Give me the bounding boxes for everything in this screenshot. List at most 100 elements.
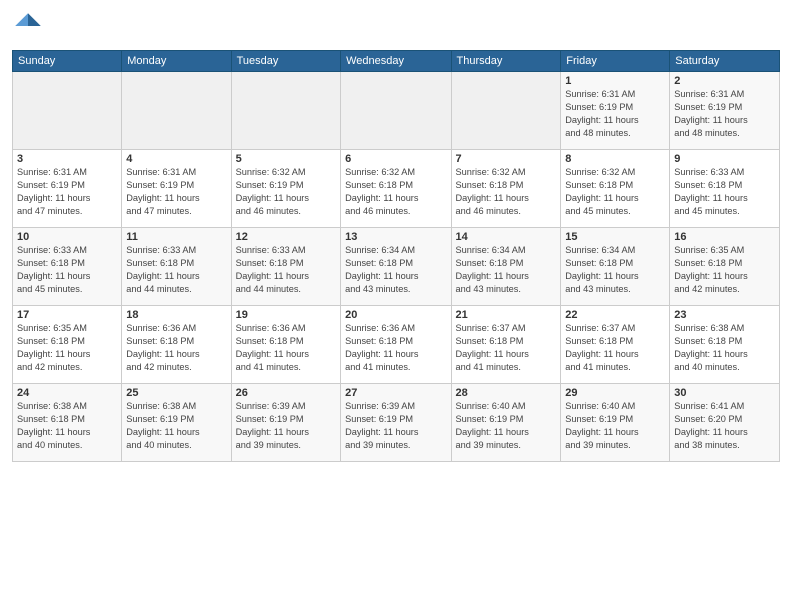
day-cell	[231, 72, 341, 150]
day-info: Sunrise: 6:31 AM Sunset: 6:19 PM Dayligh…	[674, 88, 775, 140]
day-cell: 14Sunrise: 6:34 AM Sunset: 6:18 PM Dayli…	[451, 228, 561, 306]
logo-icon	[12, 10, 44, 42]
weekday-header-wednesday: Wednesday	[341, 51, 451, 72]
weekday-header-sunday: Sunday	[13, 51, 122, 72]
day-number: 7	[456, 153, 557, 165]
week-row-4: 17Sunrise: 6:35 AM Sunset: 6:18 PM Dayli…	[13, 306, 780, 384]
logo	[12, 10, 46, 42]
day-number: 5	[236, 153, 337, 165]
day-number: 25	[126, 387, 226, 399]
day-info: Sunrise: 6:32 AM Sunset: 6:19 PM Dayligh…	[236, 166, 337, 218]
day-number: 22	[565, 309, 665, 321]
day-number: 12	[236, 231, 337, 243]
day-cell: 16Sunrise: 6:35 AM Sunset: 6:18 PM Dayli…	[670, 228, 780, 306]
day-number: 4	[126, 153, 226, 165]
day-number: 28	[456, 387, 557, 399]
day-info: Sunrise: 6:36 AM Sunset: 6:18 PM Dayligh…	[236, 322, 337, 374]
day-number: 6	[345, 153, 446, 165]
day-cell: 4Sunrise: 6:31 AM Sunset: 6:19 PM Daylig…	[122, 150, 231, 228]
day-number: 15	[565, 231, 665, 243]
day-number: 9	[674, 153, 775, 165]
day-info: Sunrise: 6:41 AM Sunset: 6:20 PM Dayligh…	[674, 400, 775, 452]
day-cell: 27Sunrise: 6:39 AM Sunset: 6:19 PM Dayli…	[341, 384, 451, 462]
day-cell: 21Sunrise: 6:37 AM Sunset: 6:18 PM Dayli…	[451, 306, 561, 384]
day-cell	[13, 72, 122, 150]
weekday-header-thursday: Thursday	[451, 51, 561, 72]
day-cell: 5Sunrise: 6:32 AM Sunset: 6:19 PM Daylig…	[231, 150, 341, 228]
day-number: 3	[17, 153, 117, 165]
day-number: 11	[126, 231, 226, 243]
week-row-3: 10Sunrise: 6:33 AM Sunset: 6:18 PM Dayli…	[13, 228, 780, 306]
day-number: 29	[565, 387, 665, 399]
day-number: 19	[236, 309, 337, 321]
day-info: Sunrise: 6:33 AM Sunset: 6:18 PM Dayligh…	[674, 166, 775, 218]
day-number: 21	[456, 309, 557, 321]
day-info: Sunrise: 6:33 AM Sunset: 6:18 PM Dayligh…	[236, 244, 337, 296]
day-number: 16	[674, 231, 775, 243]
day-info: Sunrise: 6:39 AM Sunset: 6:19 PM Dayligh…	[236, 400, 337, 452]
day-cell: 7Sunrise: 6:32 AM Sunset: 6:18 PM Daylig…	[451, 150, 561, 228]
day-cell: 15Sunrise: 6:34 AM Sunset: 6:18 PM Dayli…	[561, 228, 670, 306]
day-number: 1	[565, 75, 665, 87]
day-cell	[122, 72, 231, 150]
day-info: Sunrise: 6:34 AM Sunset: 6:18 PM Dayligh…	[345, 244, 446, 296]
day-cell: 20Sunrise: 6:36 AM Sunset: 6:18 PM Dayli…	[341, 306, 451, 384]
week-row-5: 24Sunrise: 6:38 AM Sunset: 6:18 PM Dayli…	[13, 384, 780, 462]
day-cell: 6Sunrise: 6:32 AM Sunset: 6:18 PM Daylig…	[341, 150, 451, 228]
day-number: 20	[345, 309, 446, 321]
day-info: Sunrise: 6:35 AM Sunset: 6:18 PM Dayligh…	[674, 244, 775, 296]
day-info: Sunrise: 6:35 AM Sunset: 6:18 PM Dayligh…	[17, 322, 117, 374]
day-number: 23	[674, 309, 775, 321]
day-info: Sunrise: 6:33 AM Sunset: 6:18 PM Dayligh…	[126, 244, 226, 296]
day-cell: 2Sunrise: 6:31 AM Sunset: 6:19 PM Daylig…	[670, 72, 780, 150]
day-number: 13	[345, 231, 446, 243]
day-info: Sunrise: 6:32 AM Sunset: 6:18 PM Dayligh…	[456, 166, 557, 218]
day-info: Sunrise: 6:40 AM Sunset: 6:19 PM Dayligh…	[456, 400, 557, 452]
day-cell: 12Sunrise: 6:33 AM Sunset: 6:18 PM Dayli…	[231, 228, 341, 306]
day-number: 26	[236, 387, 337, 399]
day-info: Sunrise: 6:34 AM Sunset: 6:18 PM Dayligh…	[565, 244, 665, 296]
day-info: Sunrise: 6:37 AM Sunset: 6:18 PM Dayligh…	[565, 322, 665, 374]
day-cell: 25Sunrise: 6:38 AM Sunset: 6:19 PM Dayli…	[122, 384, 231, 462]
day-info: Sunrise: 6:37 AM Sunset: 6:18 PM Dayligh…	[456, 322, 557, 374]
day-number: 8	[565, 153, 665, 165]
day-cell: 19Sunrise: 6:36 AM Sunset: 6:18 PM Dayli…	[231, 306, 341, 384]
day-info: Sunrise: 6:32 AM Sunset: 6:18 PM Dayligh…	[345, 166, 446, 218]
day-info: Sunrise: 6:36 AM Sunset: 6:18 PM Dayligh…	[126, 322, 226, 374]
day-cell: 3Sunrise: 6:31 AM Sunset: 6:19 PM Daylig…	[13, 150, 122, 228]
day-info: Sunrise: 6:40 AM Sunset: 6:19 PM Dayligh…	[565, 400, 665, 452]
day-cell: 30Sunrise: 6:41 AM Sunset: 6:20 PM Dayli…	[670, 384, 780, 462]
day-info: Sunrise: 6:33 AM Sunset: 6:18 PM Dayligh…	[17, 244, 117, 296]
weekday-header-monday: Monday	[122, 51, 231, 72]
day-number: 17	[17, 309, 117, 321]
day-cell: 9Sunrise: 6:33 AM Sunset: 6:18 PM Daylig…	[670, 150, 780, 228]
day-info: Sunrise: 6:32 AM Sunset: 6:18 PM Dayligh…	[565, 166, 665, 218]
day-cell: 17Sunrise: 6:35 AM Sunset: 6:18 PM Dayli…	[13, 306, 122, 384]
day-cell: 8Sunrise: 6:32 AM Sunset: 6:18 PM Daylig…	[561, 150, 670, 228]
day-info: Sunrise: 6:36 AM Sunset: 6:18 PM Dayligh…	[345, 322, 446, 374]
weekday-header-saturday: Saturday	[670, 51, 780, 72]
day-cell: 24Sunrise: 6:38 AM Sunset: 6:18 PM Dayli…	[13, 384, 122, 462]
day-info: Sunrise: 6:31 AM Sunset: 6:19 PM Dayligh…	[126, 166, 226, 218]
day-info: Sunrise: 6:38 AM Sunset: 6:18 PM Dayligh…	[674, 322, 775, 374]
weekday-header-friday: Friday	[561, 51, 670, 72]
day-cell: 18Sunrise: 6:36 AM Sunset: 6:18 PM Dayli…	[122, 306, 231, 384]
calendar-table: SundayMondayTuesdayWednesdayThursdayFrid…	[12, 50, 780, 462]
day-info: Sunrise: 6:31 AM Sunset: 6:19 PM Dayligh…	[17, 166, 117, 218]
day-number: 2	[674, 75, 775, 87]
day-cell	[451, 72, 561, 150]
day-number: 24	[17, 387, 117, 399]
day-cell: 28Sunrise: 6:40 AM Sunset: 6:19 PM Dayli…	[451, 384, 561, 462]
day-cell: 26Sunrise: 6:39 AM Sunset: 6:19 PM Dayli…	[231, 384, 341, 462]
day-info: Sunrise: 6:38 AM Sunset: 6:18 PM Dayligh…	[17, 400, 117, 452]
day-info: Sunrise: 6:38 AM Sunset: 6:19 PM Dayligh…	[126, 400, 226, 452]
weekday-header-tuesday: Tuesday	[231, 51, 341, 72]
day-cell: 29Sunrise: 6:40 AM Sunset: 6:19 PM Dayli…	[561, 384, 670, 462]
day-number: 10	[17, 231, 117, 243]
day-cell	[341, 72, 451, 150]
weekday-header-row: SundayMondayTuesdayWednesdayThursdayFrid…	[13, 51, 780, 72]
day-number: 14	[456, 231, 557, 243]
day-cell: 22Sunrise: 6:37 AM Sunset: 6:18 PM Dayli…	[561, 306, 670, 384]
week-row-2: 3Sunrise: 6:31 AM Sunset: 6:19 PM Daylig…	[13, 150, 780, 228]
week-row-1: 1 Sunrise: 6:31 AM Sunset: 6:19 PM Daylig…	[13, 72, 780, 150]
